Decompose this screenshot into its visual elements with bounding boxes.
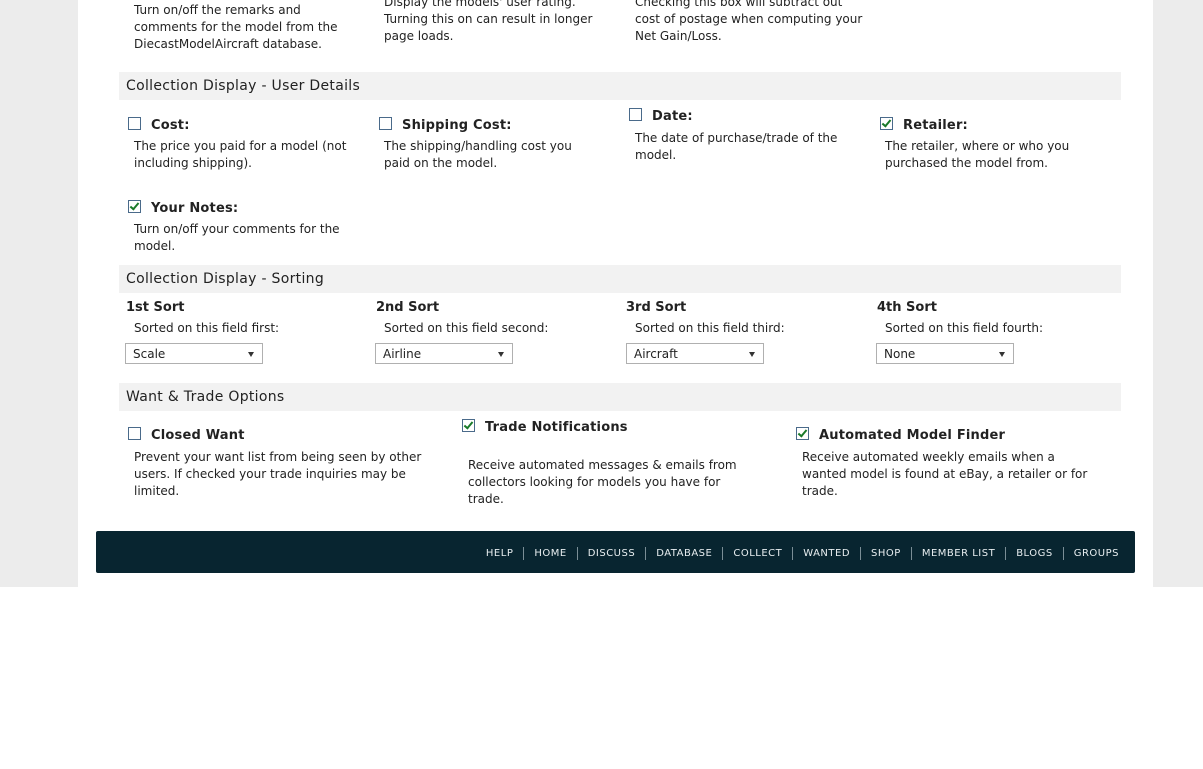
user-rating-description: Display the models' user rating. Turning… — [384, 0, 593, 43]
closed-want-description: Prevent your want list from being seen b… — [134, 450, 422, 498]
footer-link-groups[interactable]: GROUPS — [1064, 548, 1129, 559]
automated-model-finder-description: Receive automated weekly emails when a w… — [802, 450, 1088, 498]
sort-1-select[interactable]: Scale — [125, 343, 263, 364]
checkmark-icon — [129, 200, 140, 211]
sort-1-description: Sorted on this field first: — [134, 321, 280, 335]
date-description: The date of purchase/trade of the model. — [635, 131, 838, 162]
footer-link-member-list[interactable]: MEMBER LIST — [912, 548, 1005, 559]
dropdown-arrow-icon — [498, 352, 504, 357]
section-title: Collection Display - User Details — [126, 78, 361, 94]
dropdown-arrow-icon — [749, 352, 755, 357]
section-title: Collection Display - Sorting — [126, 271, 325, 287]
cost-checkbox[interactable] — [128, 117, 141, 130]
footer-link-home[interactable]: HOME — [524, 548, 576, 559]
sort-1-value: Scale — [133, 347, 166, 361]
section-title: Want & Trade Options — [126, 389, 285, 405]
footer-link-help[interactable]: HELP — [476, 548, 523, 559]
shipping-cost-label: Shipping Cost: — [402, 118, 512, 133]
section-header-want-trade: Want & Trade Options — [119, 383, 1121, 411]
sort-3-title: 3rd Sort — [626, 300, 687, 315]
your-notes-description: Turn on/off your comments for the model. — [134, 222, 340, 253]
footer-bar: HELP HOME DISCUSS DATABASE COLLECT WANTE… — [96, 531, 1135, 573]
sort-4-title: 4th Sort — [877, 300, 937, 315]
closed-want-label: Closed Want — [151, 428, 245, 443]
footer-link-database[interactable]: DATABASE — [646, 548, 722, 559]
remarks-description: Turn on/off the remarks and comments for… — [134, 3, 338, 51]
dropdown-arrow-icon — [248, 352, 254, 357]
trade-notifications-checkbox[interactable] — [462, 419, 475, 432]
cost-description: The price you paid for a model (not incl… — [134, 139, 347, 170]
footer-link-discuss[interactable]: DISCUSS — [578, 548, 646, 559]
checkmark-icon — [881, 117, 892, 128]
retailer-checkbox[interactable] — [880, 117, 893, 130]
dropdown-arrow-icon — [999, 352, 1005, 357]
sort-3-select[interactable]: Aircraft — [626, 343, 764, 364]
checkmark-icon — [797, 427, 808, 438]
section-header-sorting: Collection Display - Sorting — [119, 265, 1121, 293]
trade-notifications-label: Trade Notifications — [485, 420, 628, 435]
date-checkbox[interactable] — [629, 108, 642, 121]
footer-link-collect[interactable]: COLLECT — [723, 548, 792, 559]
your-notes-label: Your Notes: — [151, 201, 239, 216]
sort-3-value: Aircraft — [634, 347, 678, 361]
shipping-cost-checkbox[interactable] — [379, 117, 392, 130]
retailer-label: Retailer: — [903, 118, 968, 133]
footer-link-wanted[interactable]: WANTED — [793, 548, 860, 559]
sort-2-title: 2nd Sort — [376, 300, 440, 315]
footer-link-shop[interactable]: SHOP — [861, 548, 911, 559]
sort-4-select[interactable]: None — [876, 343, 1014, 364]
footer-link-blogs[interactable]: BLOGS — [1006, 548, 1063, 559]
date-label: Date: — [652, 109, 693, 124]
sort-1-title: 1st Sort — [126, 300, 185, 315]
footer-nav: HELP HOME DISCUSS DATABASE COLLECT WANTE… — [476, 547, 1129, 560]
your-notes-checkbox[interactable] — [128, 200, 141, 213]
sort-4-description: Sorted on this field fourth: — [885, 321, 1044, 335]
sort-2-description: Sorted on this field second: — [384, 321, 549, 335]
retailer-description: The retailer, where or who you purchased… — [885, 139, 1070, 170]
sort-2-select[interactable]: Airline — [375, 343, 513, 364]
automated-model-finder-checkbox[interactable] — [796, 427, 809, 440]
sort-2-value: Airline — [383, 347, 422, 361]
sort-3-description: Sorted on this field third: — [635, 321, 785, 335]
automated-model-finder-label: Automated Model Finder — [819, 428, 1006, 443]
checkmark-icon — [463, 419, 474, 430]
sort-4-value: None — [884, 347, 916, 361]
postage-description: Checking this box will subtract out cost… — [635, 0, 863, 43]
closed-want-checkbox[interactable] — [128, 427, 141, 440]
section-header-user-details: Collection Display - User Details — [119, 72, 1121, 100]
cost-label: Cost: — [151, 118, 190, 133]
shipping-cost-description: The shipping/handling cost you paid on t… — [384, 139, 572, 170]
trade-notifications-description: Receive automated messages & emails from… — [468, 458, 737, 506]
